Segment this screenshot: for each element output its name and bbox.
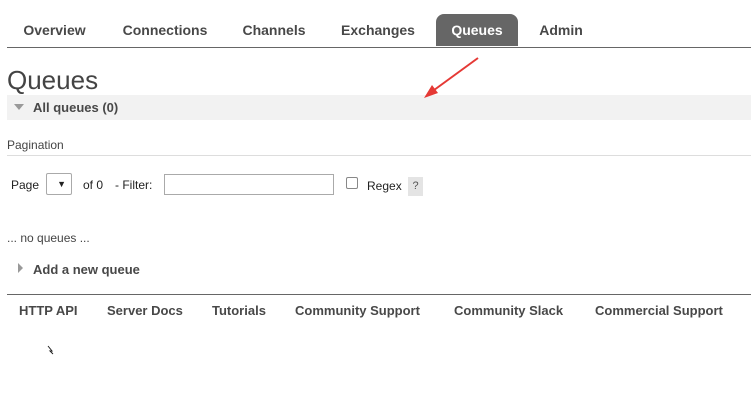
mouse-cursor-icon <box>47 345 54 355</box>
